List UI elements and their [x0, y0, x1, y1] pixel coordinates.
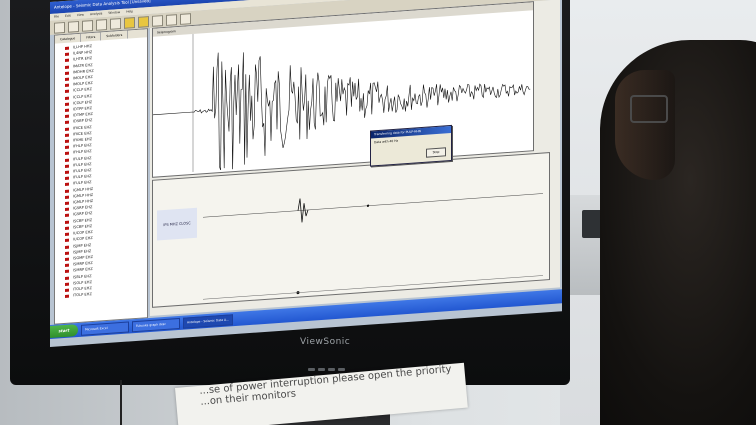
menu-item[interactable]: Edit: [65, 14, 71, 18]
cable: [120, 380, 122, 425]
eyeglasses: [630, 95, 668, 123]
trace-plot: [203, 193, 543, 300]
workspace: Catalogue Filters Subfolders ILLHP HHZ IL4N…: [50, 0, 562, 325]
transfer-dialog: Transferring data for PULP-HHN Data with…: [370, 124, 452, 167]
panel-tab[interactable]: Filters: [81, 32, 102, 42]
photo-scene: Antelope - Seismic Data Analysis Tool [U…: [0, 0, 756, 425]
person-face: [615, 70, 675, 180]
monitor-brand: ViewSonic: [300, 337, 351, 347]
zoom-icon[interactable]: [138, 15, 149, 28]
screen: Antelope - Seismic Data Analysis Tool [U…: [50, 0, 562, 347]
copy-icon[interactable]: [110, 17, 121, 30]
monitor: Antelope - Seismic Data Analysis Tool [U…: [10, 0, 570, 385]
taskbar-item-graph[interactable]: Fukuoka graph desc: [132, 317, 180, 332]
menu-item[interactable]: Analysis: [90, 11, 102, 16]
open-icon[interactable]: [54, 21, 65, 34]
settings-icon[interactable]: [180, 12, 191, 25]
trace-marker: [366, 204, 370, 207]
menu-item[interactable]: View: [77, 13, 84, 17]
menu-item[interactable]: Help: [126, 9, 133, 13]
cut-icon[interactable]: [96, 18, 107, 31]
play-icon[interactable]: [152, 14, 163, 27]
taskbar-item-excel[interactable]: Microsoft Excel: [81, 320, 129, 336]
stop-button[interactable]: Stop: [426, 147, 446, 158]
filter-icon[interactable]: [124, 16, 135, 29]
trace-baseline: [203, 193, 543, 218]
seismogram-plot: [153, 33, 531, 173]
seismogram-window: Seismogram: [152, 1, 534, 178]
menu-item[interactable]: Window: [108, 10, 120, 15]
seismic-trace: [153, 52, 531, 172]
taskbar-item-antelope[interactable]: Antelope - Seismic Data A...: [183, 313, 233, 329]
station-list: ILLHP HHZ IL4NP HHZ ILHTR EHZ IMATR EHZ IMDH…: [55, 37, 147, 300]
plot-area: Seismogram IPS MHZ CLOSC Transferring da…: [150, 0, 560, 317]
monitor-buttons[interactable]: [308, 356, 348, 375]
station-panel: Catalogue Filters Subfolders ILLHP HHZ IL4N…: [54, 28, 148, 325]
save-icon[interactable]: [68, 20, 79, 33]
trace-window: IPS MHZ CLOSC: [152, 152, 550, 308]
start-button[interactable]: start: [50, 324, 78, 338]
stop-icon[interactable]: [166, 13, 177, 26]
menu-item[interactable]: File: [54, 14, 59, 18]
print-icon[interactable]: [82, 19, 93, 32]
